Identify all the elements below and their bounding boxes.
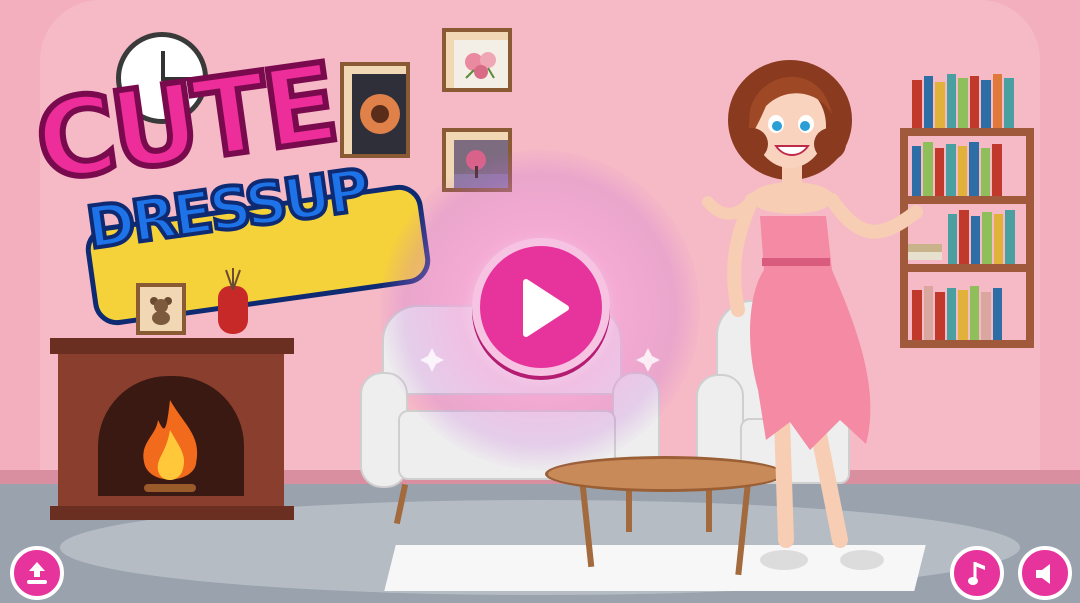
teddy-bear-icon	[150, 297, 172, 325]
play-icon	[523, 279, 569, 337]
vase-sticks	[225, 268, 241, 290]
table-leg	[626, 488, 632, 532]
play-button[interactable]	[472, 238, 610, 376]
music-note-icon	[968, 562, 985, 585]
girl-character	[702, 60, 923, 570]
upload-icon	[27, 562, 47, 584]
fireplace-hearth	[50, 506, 294, 520]
flower-picture	[442, 28, 512, 92]
red-vase	[218, 286, 248, 334]
speaker-icon	[1036, 564, 1050, 584]
music-button[interactable]	[950, 546, 1004, 600]
share-button[interactable]	[10, 546, 64, 600]
teddy-picture	[136, 283, 186, 335]
flowers-art	[454, 40, 508, 88]
fire-icon	[143, 400, 198, 492]
fireplace-mantel	[50, 338, 294, 354]
game-logo: CUTE DRESSUP	[26, 38, 434, 329]
game-scene: CUTE DRESSUP	[0, 0, 1080, 603]
sound-button[interactable]	[1018, 546, 1072, 600]
